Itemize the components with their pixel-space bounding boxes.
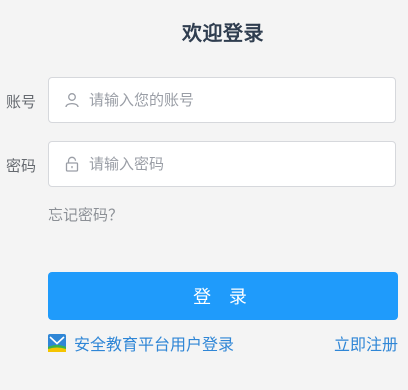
account-field[interactable] [48, 77, 396, 123]
login-button[interactable]: 登 录 [48, 272, 398, 320]
platform-login-link[interactable]: 安全教育平台用户登录 [48, 331, 234, 355]
password-input[interactable] [89, 155, 369, 173]
platform-login-label: 安全教育平台用户登录 [74, 335, 235, 354]
password-label: 密码 [6, 157, 37, 175]
user-icon [64, 92, 80, 108]
register-link[interactable]: 立即注册 [334, 331, 398, 355]
page-title: 欢迎登录 [182, 21, 264, 45]
password-field[interactable] [48, 141, 396, 187]
forgot-password-link[interactable]: 忘记密码？ [48, 204, 123, 225]
lock-icon [64, 156, 80, 172]
platform-logo-icon [48, 334, 66, 352]
account-label: 账号 [6, 93, 37, 111]
account-input[interactable] [89, 91, 369, 109]
login-page: 欢迎登录 账号 密码 忘记密码？ 登 录 [0, 0, 408, 390]
